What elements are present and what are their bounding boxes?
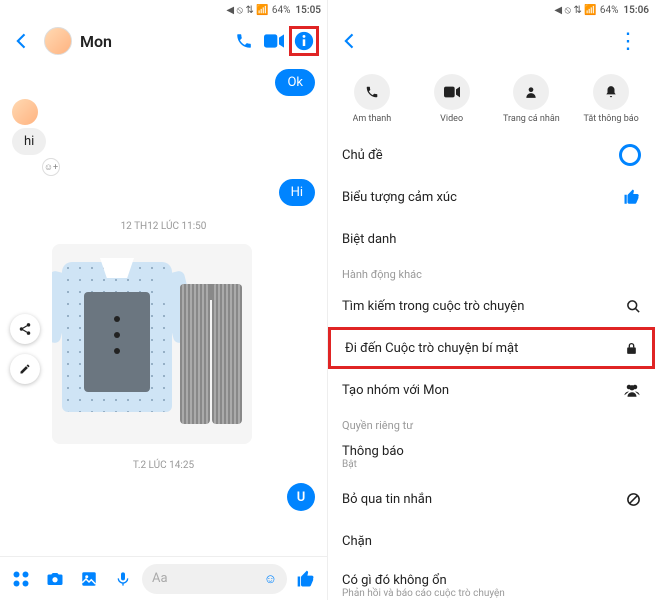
opt-report[interactable]: Có gì đó không ổn Phản hồi và báo cáo cu… (328, 562, 655, 610)
phone-icon (354, 74, 390, 110)
video-icon (434, 74, 470, 110)
search-icon (626, 299, 641, 314)
msg-them[interactable]: hi (12, 128, 46, 155)
lock-icon (625, 341, 638, 356)
gallery-icon[interactable] (74, 564, 104, 594)
group-icon (623, 383, 641, 397)
image-message[interactable] (52, 244, 252, 444)
info-icon[interactable] (289, 26, 319, 56)
like-send-icon[interactable] (291, 564, 321, 594)
timestamp: 12 TH12 LÚC 11:50 (12, 209, 315, 240)
emoji-picker-icon[interactable]: ☺ (264, 571, 277, 587)
opt-block[interactable]: Chặn (328, 520, 655, 562)
theme-dot-icon (619, 144, 641, 166)
reaction-add-icon[interactable]: ☺+ (42, 158, 60, 176)
unread-badge[interactable]: U (287, 483, 315, 511)
ignore-icon (626, 492, 641, 507)
opt-notifications[interactable]: Thông báo Bật (328, 436, 655, 478)
status-icons: ◀ ⦸ ⇅ 📶 (554, 5, 596, 16)
action-video[interactable]: Video (412, 74, 492, 124)
msg-me[interactable]: Ok (275, 69, 315, 96)
clock: 15:06 (623, 5, 649, 16)
opt-ignore[interactable]: Bỏ qua tin nhắn (328, 478, 655, 520)
timestamp: T.2 LÚC 14:25 (12, 448, 315, 479)
input-placeholder: Aa (152, 571, 168, 586)
back-arrow-icon[interactable] (336, 27, 364, 55)
edit-icon[interactable] (10, 354, 40, 384)
opt-emoji[interactable]: Biểu tượng cảm xúc (328, 176, 655, 218)
battery: 64% (272, 5, 291, 16)
opt-secret-conversation[interactable]: Đi đến Cuộc trò chuyện bí mật (328, 327, 655, 369)
details-pane: ◀ ⦸ ⇅ 📶 64% 15:06 ⋮ Âm thanh Video Trang… (328, 0, 655, 600)
kebab-menu-icon[interactable]: ⋮ (609, 25, 647, 58)
action-audio[interactable]: Âm thanh (332, 74, 412, 124)
back-arrow-icon[interactable] (8, 27, 36, 55)
action-profile[interactable]: Trang cá nhân (492, 74, 572, 124)
chat-pane: ◀ ⦸ ⇅ 📶 64% 15:05 Mon Ok hi ☺+ Hi 12 TH1… (0, 0, 328, 600)
battery: 64% (600, 5, 619, 16)
details-header: ⋮ (328, 20, 655, 62)
composer: Aa ☺ (0, 556, 327, 600)
message-input[interactable]: Aa ☺ (142, 564, 287, 594)
apps-icon[interactable] (6, 564, 36, 594)
action-mute[interactable]: Tắt thông báo (571, 74, 651, 124)
chat-body: Ok hi ☺+ Hi 12 TH12 LÚC 11:50 (0, 62, 327, 515)
person-icon (513, 74, 549, 110)
camera-icon[interactable] (40, 564, 70, 594)
section-other: Hành động khác (328, 260, 655, 285)
opt-theme[interactable]: Chủ đề (328, 134, 655, 176)
mic-icon[interactable] (108, 564, 138, 594)
chat-header: Mon (0, 20, 327, 62)
clock: 15:05 (295, 5, 321, 16)
like-icon (623, 188, 641, 206)
quick-actions: Âm thanh Video Trang cá nhân Tắt thông b… (328, 62, 655, 134)
status-bar: ◀ ⦸ ⇅ 📶 64% 15:06 (328, 0, 655, 20)
opt-search[interactable]: Tìm kiếm trong cuộc trò chuyện (328, 285, 655, 327)
video-call-icon[interactable] (259, 26, 289, 56)
opt-create-group[interactable]: Tạo nhóm với Mon (328, 369, 655, 411)
status-bar: ◀ ⦸ ⇅ 📶 64% 15:05 (0, 0, 327, 20)
section-privacy: Quyền riêng tư (328, 411, 655, 436)
status-icons: ◀ ⦸ ⇅ 📶 (226, 5, 268, 16)
call-icon[interactable] (229, 26, 259, 56)
msg-me[interactable]: Hi (279, 179, 315, 206)
share-icon[interactable] (10, 314, 40, 344)
contact-name[interactable]: Mon (80, 32, 229, 51)
msg-avatar[interactable] (12, 99, 38, 125)
bell-icon (593, 74, 629, 110)
outfit-image (62, 254, 242, 434)
opt-nickname[interactable]: Biệt danh (328, 218, 655, 260)
contact-avatar[interactable] (44, 27, 72, 55)
